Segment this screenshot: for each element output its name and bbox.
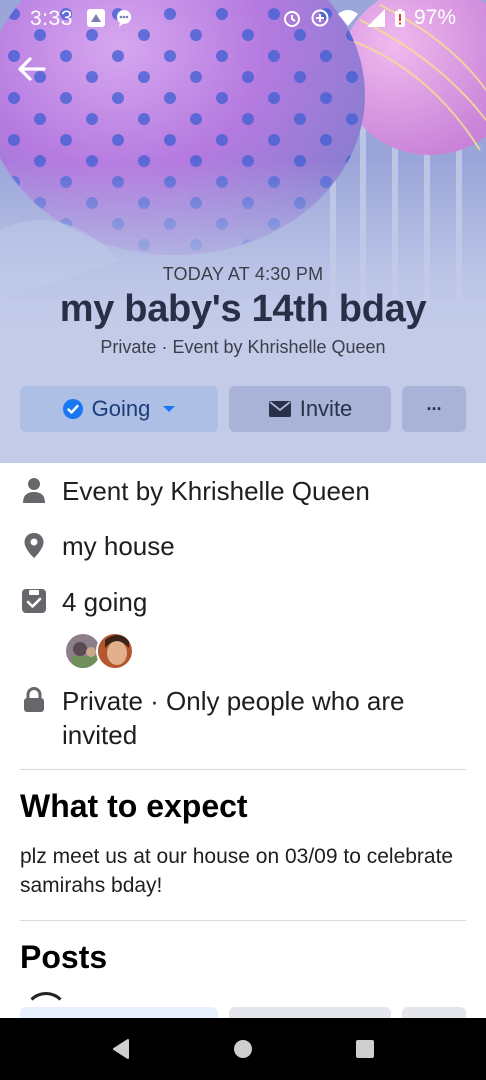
host-row[interactable]: Event by Khrishelle Queen [20,474,466,508]
battery-percent: 97% [413,6,456,29]
person-icon [23,478,45,503]
invite-button[interactable]: Invite [229,386,391,432]
nav-back-button[interactable] [101,1029,141,1069]
divider [20,769,466,770]
avatar[interactable] [96,632,134,670]
photos-icon [87,9,105,27]
wifi-icon [337,10,358,26]
status-time: 3:33 [30,7,73,30]
arrow-left-icon [18,57,46,81]
going-count-text: 4 going [62,587,148,617]
going-avatars[interactable] [64,632,134,670]
nav-recents-button[interactable] [345,1029,385,1069]
back-button[interactable] [14,52,48,86]
going-label: Going [91,396,151,421]
privacy-row: Private · Only people who are invited [20,684,466,752]
check-circle-icon [62,399,83,419]
more-icon: ··· [426,398,443,419]
caret-down-icon [163,406,176,412]
privacy-text: Private · Only people who are invited [62,686,405,750]
more-options-button[interactable]: ··· [402,386,466,432]
calendar-check-icon [22,589,46,613]
going-row[interactable]: 4 going [20,585,466,619]
event-subtitle: Private · Event by Khrishelle Queen [100,337,386,357]
system-navigation-bar [0,1018,486,1080]
chat-icon [117,10,131,27]
about-section-title: What to expect [20,788,248,824]
lock-icon [24,687,44,712]
location-row[interactable]: my house [20,529,466,563]
home-circle-icon [234,1040,252,1058]
event-description: plz meet us at our house on 03/09 to cel… [20,845,454,897]
battery-icon [394,9,405,27]
back-triangle-icon [113,1039,129,1059]
event-date-time: TODAY AT 4:30 PM [162,264,324,284]
divider [20,920,466,921]
notification-icons [86,8,134,28]
host-text: Event by Khrishelle Queen [62,476,370,506]
status-bar: 3:33 97% [0,0,486,36]
avatar-photo-2 [98,634,132,668]
event-title: my baby's 14th bday [59,288,427,330]
event-actions: Going Invite ··· [20,386,466,432]
recents-square-icon [356,1040,374,1058]
location-pin-icon [24,533,44,558]
going-button[interactable]: Going [20,386,218,432]
location-text: my house [62,531,175,561]
invite-label: Invite [299,396,353,421]
status-right: 97% [282,6,456,30]
alarm-icon [283,11,300,27]
envelope-icon [268,401,291,417]
signal-icon [366,9,385,27]
nav-home-button[interactable] [223,1029,263,1069]
posts-section-title: Posts [20,939,108,975]
data-saver-icon [311,9,329,27]
event-cover: 3:33 97% TODAY AT 4:30 PM my baby's 14th… [0,0,486,463]
